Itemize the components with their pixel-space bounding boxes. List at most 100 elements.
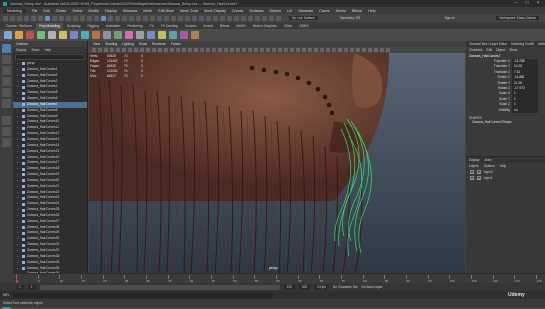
menu-edit-mesh[interactable]: Edit Mesh — [158, 9, 174, 13]
viewport-toolbar-icon[interactable] — [338, 48, 342, 52]
viewport-toolbar-icon[interactable] — [164, 48, 168, 52]
status-tool-icon[interactable] — [17, 15, 22, 21]
scale-tool-icon[interactable] — [2, 99, 11, 108]
viewport-toolbar-icon[interactable] — [206, 48, 210, 52]
shelf-tool-icon[interactable] — [81, 31, 89, 39]
viewport-menu-view[interactable]: View — [93, 42, 100, 46]
live-surface-field[interactable]: No Live Surface — [289, 16, 318, 20]
shelf-tool-icon[interactable] — [136, 31, 144, 39]
shelf-tool-icon[interactable] — [4, 31, 12, 39]
viewport-toolbar-icon[interactable] — [374, 48, 378, 52]
status-tool-icon[interactable] — [108, 15, 113, 21]
channel-box-menu-show[interactable]: Show — [509, 47, 517, 53]
viewport-toolbar-icon[interactable] — [110, 48, 114, 52]
viewport-toolbar-icon[interactable] — [362, 48, 366, 52]
viewport-toolbar-icon[interactable] — [272, 48, 276, 52]
viewport-toolbar-icon[interactable] — [158, 48, 162, 52]
menu-mesh-display[interactable]: Mesh Display — [204, 9, 226, 13]
layer-visibility-toggle[interactable]: V — [470, 176, 474, 181]
shelf-tool-icon[interactable] — [15, 31, 23, 39]
menu-modify[interactable]: Modify — [88, 9, 99, 13]
outliner-menu-show[interactable]: Show — [31, 47, 39, 53]
viewport-toolbar-icon[interactable] — [368, 48, 372, 52]
layer-playback-toggle[interactable]: P — [477, 170, 481, 175]
viewport-toolbar-icon[interactable] — [350, 48, 354, 52]
status-tool-icon[interactable] — [199, 15, 204, 21]
persp-outliner-layout-icon[interactable] — [2, 138, 11, 147]
sign-in-button[interactable]: Sign In — [444, 16, 454, 20]
viewport-toolbar-icon[interactable] — [98, 48, 102, 52]
command-input[interactable] — [12, 292, 273, 298]
status-tool-icon[interactable] — [171, 15, 176, 21]
shelf-tool-icon[interactable] — [103, 31, 111, 39]
minimize-icon[interactable]: – — [511, 0, 521, 7]
viewport-menu-shading[interactable]: Shading — [105, 42, 117, 46]
single-perspective-layout-icon[interactable] — [2, 116, 11, 125]
status-tool-icon[interactable] — [24, 15, 29, 21]
range-bar[interactable] — [39, 284, 280, 290]
shelf-tool-icon[interactable] — [59, 31, 67, 39]
range-inner-end-field[interactable]: 120 — [283, 284, 295, 290]
viewport-toolbar-icon[interactable] — [302, 48, 306, 52]
outliner-search-input[interactable] — [15, 54, 85, 60]
status-tool-icon[interactable] — [213, 15, 218, 21]
menu-mesh-tools[interactable]: Mesh Tools — [180, 9, 198, 13]
shelf-tool-icon[interactable] — [147, 31, 155, 39]
viewport-toolbar-icon[interactable] — [266, 48, 270, 52]
viewport-toolbar-icon[interactable] — [146, 48, 150, 52]
viewport-toolbar-icon[interactable] — [380, 48, 384, 52]
status-tool-icon[interactable] — [227, 15, 232, 21]
viewport-toolbar-icon[interactable] — [386, 48, 390, 52]
maximize-icon[interactable]: □ — [522, 0, 532, 7]
menu-bifrost[interactable]: Bifrost — [352, 9, 362, 13]
viewport-toolbar-icon[interactable] — [356, 48, 360, 52]
menu-generate[interactable]: Generate — [298, 9, 313, 13]
menu-deform[interactable]: Deform — [269, 9, 281, 13]
shelf-tool-icon[interactable] — [26, 31, 34, 39]
status-tool-icon[interactable] — [276, 15, 281, 21]
status-tool-icon[interactable] — [38, 15, 43, 21]
status-tool-icon[interactable] — [115, 15, 120, 21]
shelf-tool-icon[interactable] — [191, 31, 199, 39]
viewport-toolbar-icon[interactable] — [260, 48, 264, 52]
viewport-toolbar-icon[interactable] — [116, 48, 120, 52]
viewport-toolbar-icon[interactable] — [230, 48, 234, 52]
shelf-tool-icon[interactable] — [169, 31, 177, 39]
lasso-tool-icon[interactable] — [2, 55, 11, 64]
layer-visibility-toggle[interactable]: V — [470, 170, 474, 175]
range-inner-start-field[interactable]: 1 — [27, 284, 36, 290]
viewport-toolbar-icon[interactable] — [296, 48, 300, 52]
menu-edit[interactable]: Edit — [43, 9, 49, 13]
status-tool-icon[interactable] — [178, 15, 183, 21]
viewport-toolbar-icon[interactable] — [218, 48, 222, 52]
viewport-toolbar-icon[interactable] — [290, 48, 294, 52]
status-tool-icon[interactable] — [10, 15, 15, 21]
menu-arnold[interactable]: Arnold — [336, 9, 346, 13]
move-tool-icon[interactable] — [2, 77, 11, 86]
viewport-menu-renderer[interactable]: Renderer — [152, 42, 166, 46]
shelf-tool-icon[interactable] — [125, 31, 133, 39]
outliner-menu-display[interactable]: Display — [16, 47, 26, 53]
status-tool-icon[interactable] — [192, 15, 197, 21]
viewport-toolbar-icon[interactable] — [182, 48, 186, 52]
viewport-toolbar-icon[interactable] — [248, 48, 252, 52]
layer-menu-layers[interactable]: Layers — [469, 163, 479, 169]
range-start-field[interactable]: 1 — [16, 284, 24, 290]
fps-selector[interactable]: 24 fps — [314, 284, 329, 290]
shelf-tool-icon[interactable] — [37, 31, 45, 39]
viewport-toolbar-icon[interactable] — [200, 48, 204, 52]
shelf-tool-icon[interactable] — [70, 31, 78, 39]
viewport-toolbar-icon[interactable] — [134, 48, 138, 52]
layer-playback-toggle[interactable]: P — [477, 176, 481, 181]
menu-select[interactable]: Select — [72, 9, 82, 13]
viewport-toolbar-icon[interactable] — [326, 48, 330, 52]
status-tool-icon[interactable] — [31, 15, 36, 21]
viewport-toolbar-icon[interactable] — [122, 48, 126, 52]
viewport-panel[interactable]: View Shading Lighting Show Renderer Panels — [89, 41, 465, 273]
status-tool-icon[interactable] — [52, 15, 57, 21]
status-tool-icon[interactable] — [3, 15, 8, 21]
viewport-toolbar-icon[interactable] — [314, 48, 318, 52]
workspace-selector[interactable]: Workspace: Maya Classic — [496, 16, 539, 20]
status-tool-icon[interactable] — [157, 15, 162, 21]
outliner-menu-help[interactable]: Help — [44, 47, 51, 53]
